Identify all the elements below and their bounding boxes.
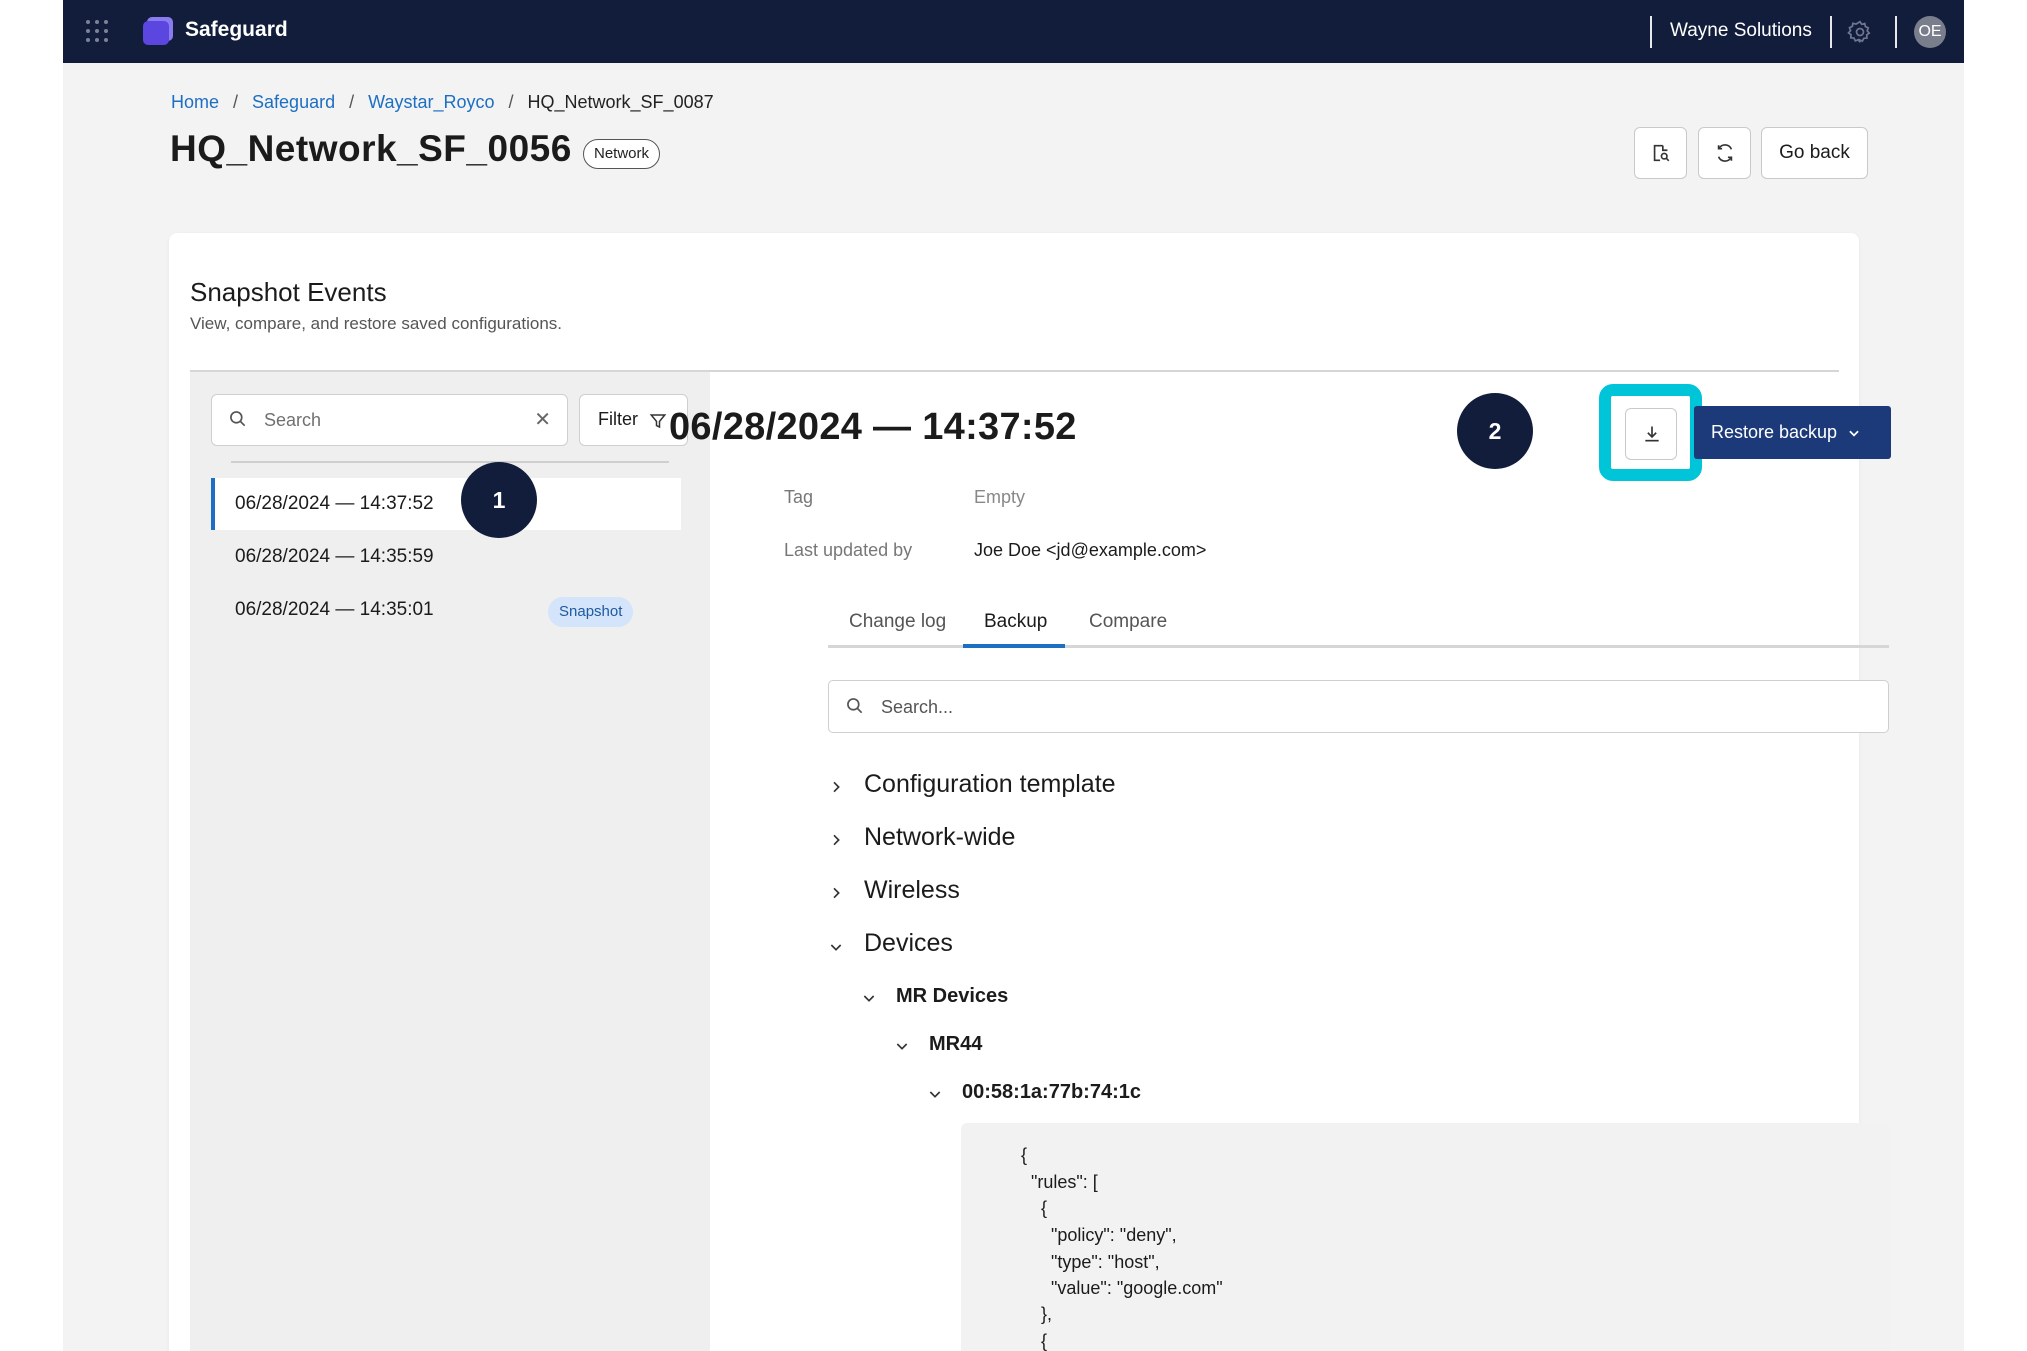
chevron-right-icon [833, 834, 840, 846]
card-title: Snapshot Events [190, 277, 387, 307]
brand-name[interactable]: Safeguard [185, 18, 288, 42]
chevron-right-icon [833, 887, 840, 899]
snapshot-list-item[interactable]: 06/28/2024 — 14:37:52 [211, 478, 681, 530]
top-nav-bar: Safeguard Wayne Solutions OE [63, 0, 1964, 63]
snapshot-search-input[interactable]: Search ✕ [211, 394, 568, 446]
download-button[interactable] [1625, 408, 1677, 460]
breadcrumb-home[interactable]: Home [171, 92, 219, 113]
tab-compare[interactable]: Compare [1089, 611, 1167, 633]
org-switcher[interactable]: Wayne Solutions [1670, 20, 1812, 42]
go-back-button[interactable]: Go back [1761, 127, 1868, 179]
tree-section-label: Wireless [864, 876, 960, 904]
code-line: { [1021, 1331, 1048, 1351]
divider [1830, 16, 1832, 48]
chevron-down-icon [896, 1043, 908, 1050]
breadcrumb: Home / Safeguard / Waystar_Royco / HQ_Ne… [171, 92, 714, 113]
code-line: { [1021, 1145, 1028, 1165]
clear-icon[interactable]: ✕ [534, 407, 551, 432]
code-line: "rules": [ [1021, 1172, 1098, 1192]
search-placeholder: Search [264, 410, 322, 430]
gear-icon[interactable] [1847, 19, 1873, 45]
breadcrumb-current: HQ_Network_SF_0087 [527, 92, 714, 112]
tag-label: Tag [784, 487, 814, 507]
page-title: HQ_Network_SF_0056 [170, 128, 572, 169]
tab-backup[interactable]: Backup [984, 611, 1047, 633]
refresh-button[interactable] [1698, 127, 1751, 179]
divider [231, 461, 669, 463]
breadcrumb-separator: / [508, 92, 514, 112]
tab-change-log[interactable]: Change log [849, 611, 946, 633]
chevron-down-icon [863, 995, 875, 1002]
restore-backup-button[interactable]: Restore backup [1694, 406, 1891, 459]
restore-backup-label: Restore backup [1711, 422, 1838, 442]
divider [1895, 16, 1897, 48]
breadcrumb-separator: / [233, 92, 239, 112]
download-icon [1645, 426, 1659, 442]
chevron-right-icon [833, 781, 840, 793]
breadcrumb-safeguard[interactable]: Safeguard [252, 92, 335, 113]
last-updated-value: Joe Doe <jd@example.com> [974, 540, 1207, 560]
snapshot-list-panel: Search ✕ Filter 06/28/2024 — 14:37:52 06… [190, 372, 710, 1351]
network-type-badge: Network [583, 139, 661, 169]
filter-icon [649, 414, 667, 429]
filter-label: Filter [598, 409, 638, 429]
search-icon [230, 411, 246, 427]
divider [1650, 16, 1652, 48]
config-json-viewer: { "rules": [ { "policy": "deny", "type":… [961, 1123, 1891, 1351]
search-placeholder: Search... [881, 697, 954, 717]
tree-section-label: Configuration template [864, 770, 1116, 798]
tree-node-label: MR44 [929, 1033, 983, 1055]
avatar[interactable]: OE [1914, 16, 1946, 48]
breadcrumb-waystar-royco[interactable]: Waystar_Royco [368, 92, 494, 113]
step-marker-1: 1 [461, 462, 537, 538]
snapshot-list-item[interactable]: 06/28/2024 — 14:35:01 Snapshot [211, 584, 681, 636]
breadcrumb-separator: / [349, 92, 355, 112]
snapshot-badge: Snapshot [548, 597, 634, 627]
chevron-down-icon [830, 944, 842, 951]
snapshot-timestamp: 06/28/2024 — 14:35:59 [235, 546, 434, 567]
code-line: "type": "host", [1021, 1252, 1160, 1272]
tag-value: Empty [974, 487, 1026, 507]
snapshot-timestamp: 06/28/2024 — 14:37:52 [235, 493, 434, 514]
chevron-down-icon [1847, 406, 1861, 462]
app-launcher-icon[interactable] [86, 20, 110, 44]
chevron-down-icon [929, 1091, 941, 1098]
inspect-button[interactable] [1634, 127, 1687, 179]
step-marker-2: 2 [1457, 393, 1533, 469]
refresh-icon [1717, 144, 1732, 162]
active-tab-indicator [963, 644, 1065, 648]
code-line: }, [1021, 1304, 1053, 1324]
safeguard-logo-icon [143, 17, 173, 45]
detail-tabs: Change log Backup Compare [828, 607, 1889, 648]
last-updated-label: Last updated by [784, 540, 913, 560]
snapshot-timestamp: 06/28/2024 — 14:35:01 [235, 599, 434, 620]
search-icon [847, 698, 863, 714]
code-line: "policy": "deny", [1021, 1225, 1177, 1245]
download-highlight [1599, 384, 1702, 481]
tree-section-label: Devices [864, 929, 953, 957]
tree-node-label: 00:58:1a:77b:74:1c [962, 1081, 1141, 1103]
tree-section-label: Network-wide [864, 823, 1016, 851]
snapshot-detail-title: 06/28/2024 — 14:37:52 [669, 406, 1077, 448]
code-line: { [1021, 1198, 1048, 1218]
card-subtitle: View, compare, and restore saved configu… [190, 314, 563, 333]
app-window: Safeguard Wayne Solutions OE Home / Safe… [63, 0, 1964, 1351]
tree-node-label: MR Devices [896, 985, 1009, 1007]
backup-search-input[interactable]: Search... [828, 680, 1889, 733]
snapshot-list-item[interactable]: 06/28/2024 — 14:35:59 [211, 531, 681, 583]
code-line: "value": "google.com" [1021, 1278, 1223, 1298]
search-document-icon [1653, 144, 1669, 162]
